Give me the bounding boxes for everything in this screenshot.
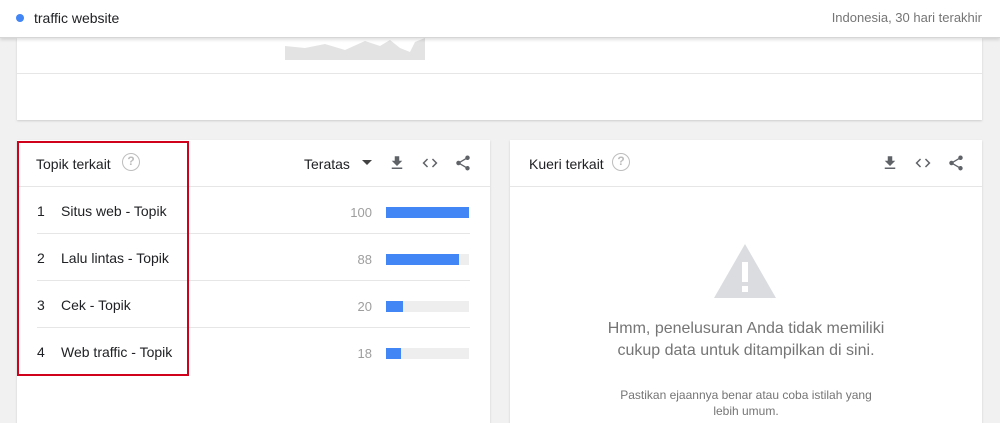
topic-bar	[386, 207, 469, 218]
topic-bar-track	[386, 207, 469, 218]
chevron-down-icon[interactable]	[362, 160, 372, 165]
embed-icon[interactable]	[914, 154, 932, 172]
topic-rank: 4	[37, 344, 45, 360]
related-queries-card: Kueri terkait ? Hmm, penelusuran Anda ti…	[510, 140, 982, 423]
topic-bar	[386, 348, 401, 359]
topic-bar	[386, 254, 460, 265]
related-queries-header: Kueri terkait ?	[510, 140, 982, 187]
topic-bar	[386, 301, 403, 312]
empty-state-message: Hmm, penelusuran Anda tidak memiliki cuk…	[607, 320, 885, 359]
topic-value: 88	[357, 252, 372, 267]
region-map	[285, 38, 425, 60]
related-topics-card: Topik terkait ? Teratas 1 Situs web - To…	[17, 140, 490, 423]
warning-icon	[714, 244, 776, 298]
topic-name[interactable]: Web traffic - Topik	[61, 344, 172, 360]
help-icon[interactable]: ?	[122, 153, 140, 171]
topic-row[interactable]: 4 Web traffic - Topik 18	[37, 328, 470, 375]
related-topics-list: 1 Situs web - Topik 100 2 Lalu lintas - …	[37, 187, 470, 375]
topic-row[interactable]: 2 Lalu lintas - Topik 88	[37, 234, 470, 281]
embed-icon[interactable]	[421, 154, 439, 172]
topic-row[interactable]: 3 Cek - Topik 20	[37, 281, 470, 328]
topic-rank: 1	[37, 203, 45, 219]
topic-rank: 2	[37, 250, 45, 266]
map-divider	[17, 73, 982, 74]
topic-row[interactable]: 1 Situs web - Topik 100	[37, 187, 470, 234]
term-color-dot	[16, 14, 24, 22]
help-icon[interactable]: ?	[612, 153, 630, 171]
filter-summary[interactable]: Indonesia, 30 hari terakhir	[832, 10, 982, 25]
related-topics-title: Topik terkait	[36, 156, 111, 172]
topic-name[interactable]: Lalu lintas - Topik	[61, 250, 169, 266]
related-queries-title: Kueri terkait	[529, 156, 604, 172]
sort-dropdown-label[interactable]: Teratas	[304, 156, 350, 172]
topic-value: 100	[350, 205, 372, 220]
search-term-bar: traffic website Indonesia, 30 hari terak…	[0, 0, 1000, 38]
download-icon[interactable]	[388, 154, 406, 172]
search-term[interactable]: traffic website	[34, 10, 119, 26]
download-icon[interactable]	[881, 154, 899, 172]
related-topics-header: Topik terkait ? Teratas	[17, 140, 490, 187]
topic-value: 20	[357, 299, 372, 314]
topic-rank: 3	[37, 297, 45, 313]
empty-state-hint: Pastikan ejaannya benar atau coba istila…	[620, 388, 872, 418]
region-map-card	[17, 38, 982, 120]
share-icon[interactable]	[454, 154, 472, 172]
topic-value: 18	[357, 346, 372, 361]
topic-name[interactable]: Cek - Topik	[61, 297, 131, 313]
topic-bar-track	[386, 348, 469, 359]
topic-bar-track	[386, 254, 469, 265]
topic-name[interactable]: Situs web - Topik	[61, 203, 167, 219]
topic-bar-track	[386, 301, 469, 312]
share-icon[interactable]	[947, 154, 965, 172]
